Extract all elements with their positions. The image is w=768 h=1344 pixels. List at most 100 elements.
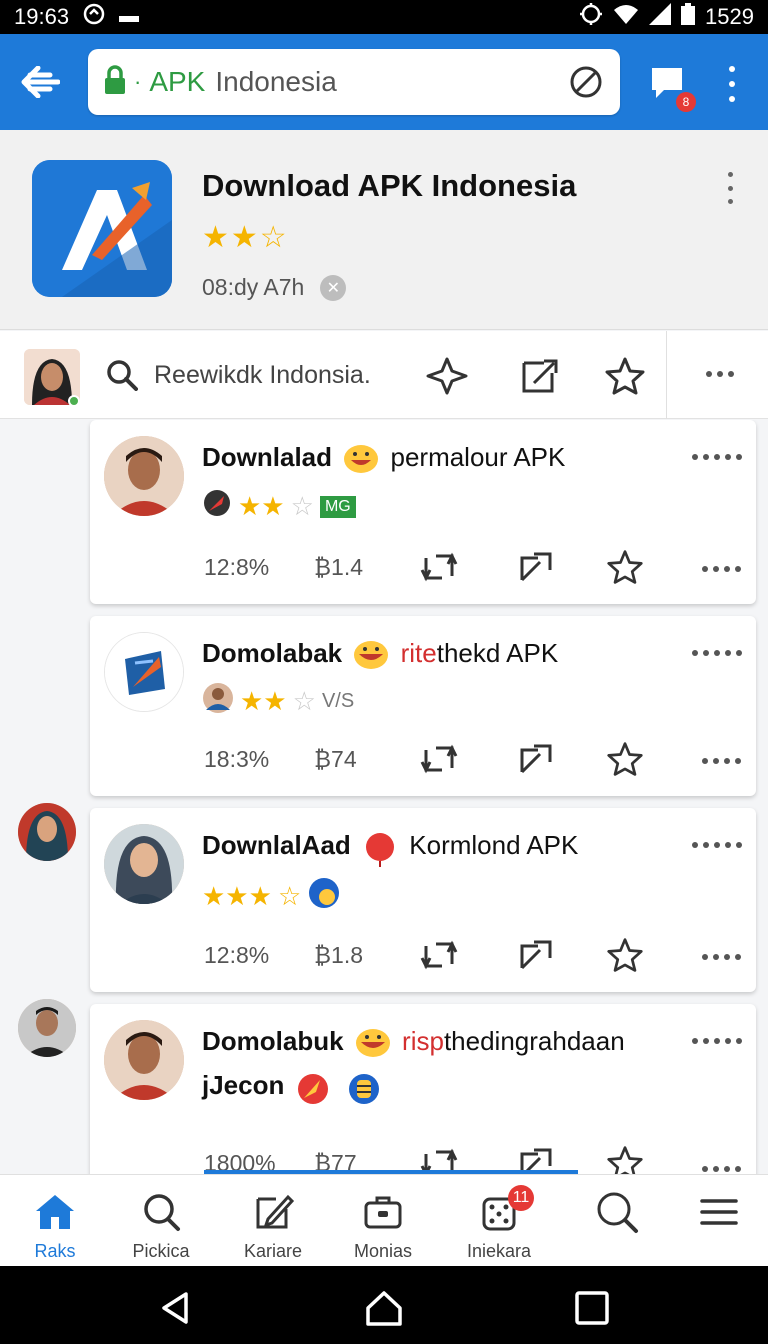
star-outline-icon[interactable] bbox=[604, 355, 646, 397]
reviewer-avatar[interactable] bbox=[104, 436, 184, 516]
review-card[interactable]: DownlalAad Kormlond APK ★★★ ☆ 12:8% ₿1.8 bbox=[90, 808, 756, 992]
app-logo[interactable] bbox=[32, 160, 172, 297]
url-separator: · bbox=[134, 69, 142, 94]
review-card[interactable]: Domolabuk rispthedingrahdaan jJecon 1800… bbox=[90, 1004, 756, 1174]
grin-emoji-icon bbox=[353, 640, 389, 670]
review-search-text[interactable]: Reewikdk Indonsia. bbox=[154, 361, 371, 390]
close-circle-icon[interactable]: ✕ bbox=[320, 274, 347, 301]
nav-item-briefcase[interactable]: Monias bbox=[328, 1175, 438, 1267]
system-recents-button[interactable] bbox=[572, 1288, 612, 1328]
review-title: Downlalad permalour APK bbox=[202, 442, 565, 474]
repost-icon[interactable] bbox=[420, 740, 458, 778]
card-more-button[interactable] bbox=[702, 954, 741, 960]
repost-icon[interactable] bbox=[420, 548, 458, 586]
review-percent: 18:3% bbox=[204, 746, 270, 772]
card-more-button[interactable] bbox=[702, 1166, 741, 1172]
favorite-star-icon[interactable] bbox=[606, 1144, 644, 1174]
url-bar[interactable]: · APK Indonesia bbox=[88, 49, 620, 115]
nav-item-edit[interactable]: Kariare bbox=[218, 1175, 328, 1267]
search-icon bbox=[144, 1194, 180, 1231]
review-rating: ★★★ ☆ bbox=[202, 876, 341, 917]
card-menu-button[interactable] bbox=[692, 1038, 742, 1044]
signal-icon bbox=[649, 3, 672, 31]
reviewer-avatar[interactable] bbox=[104, 632, 184, 712]
review-title-highlight: risp bbox=[402, 1026, 444, 1056]
star-outline-icon: ☆ bbox=[292, 686, 316, 716]
app-meta-text: 08:dy A7h bbox=[202, 274, 305, 300]
app-menu-button[interactable] bbox=[724, 172, 736, 204]
app-title: Download APK Indonesia bbox=[202, 168, 577, 203]
card-menu-button[interactable] bbox=[692, 454, 742, 460]
retweet-small-icon: ₿ bbox=[314, 554, 332, 580]
repost-icon[interactable] bbox=[420, 936, 458, 974]
side-avatar[interactable] bbox=[18, 803, 76, 861]
nav-item-search-large[interactable] bbox=[562, 1175, 672, 1267]
grin-emoji-icon bbox=[343, 444, 379, 474]
review-count[interactable]: ₿74 bbox=[314, 746, 357, 773]
star-outline-icon: ☆ bbox=[277, 881, 302, 911]
briefcase-icon bbox=[364, 1196, 402, 1229]
review-title-main: Domolabak bbox=[202, 638, 343, 668]
card-menu-button[interactable] bbox=[692, 650, 742, 656]
review-card[interactable]: Domolabak ritethekd APK ★★ ☆ V/S 18:3% ₿7… bbox=[90, 616, 756, 796]
sync-icon bbox=[83, 3, 105, 31]
search-icon[interactable] bbox=[106, 359, 138, 391]
review-title-rest: permalour APK bbox=[390, 442, 566, 472]
review-count[interactable]: ₿1.8 bbox=[314, 942, 363, 969]
system-back-button[interactable] bbox=[156, 1288, 196, 1328]
review-title-line2: jJecon bbox=[202, 1070, 387, 1105]
favorite-star-icon[interactable] bbox=[606, 740, 644, 778]
nav-item-search[interactable]: Pickica bbox=[106, 1175, 216, 1267]
home-icon bbox=[36, 1195, 74, 1229]
square-recents-icon bbox=[575, 1291, 609, 1325]
back-button[interactable] bbox=[16, 58, 64, 106]
nav-item-dice[interactable]: Iniekara 11 bbox=[444, 1175, 554, 1267]
app-meta: 08:dy A7h ✕ bbox=[202, 274, 347, 301]
review-tag: V/S bbox=[321, 690, 355, 712]
url-text: Indonesia bbox=[215, 66, 337, 97]
share-icon[interactable] bbox=[518, 740, 556, 778]
card-more-button[interactable] bbox=[702, 566, 741, 572]
review-stars: ★★ bbox=[240, 686, 287, 716]
review-title: Domolabak ritethekd APK bbox=[202, 638, 558, 670]
review-title-main: Downlalad bbox=[202, 442, 333, 472]
favorite-star-icon[interactable] bbox=[606, 548, 644, 586]
triangle-back-icon bbox=[162, 1292, 188, 1324]
share-icon[interactable] bbox=[518, 548, 556, 586]
review-bar: Reewikdk Indonsia. bbox=[0, 331, 768, 419]
battery-icon bbox=[681, 3, 696, 31]
star-icon: ★★ bbox=[202, 221, 260, 254]
review-percent: 12:8% bbox=[204, 942, 270, 968]
url-accent: APK bbox=[149, 66, 206, 97]
system-home-button[interactable] bbox=[364, 1288, 404, 1328]
retweet-small-icon: ₿ bbox=[314, 942, 332, 968]
star-outline-icon: ☆ bbox=[259, 221, 289, 254]
review-title-highlight: rite bbox=[400, 638, 437, 668]
nav-badge: 11 bbox=[508, 1185, 534, 1211]
more-options-button[interactable] bbox=[706, 371, 734, 377]
review-rating: ★★ ☆ V/S bbox=[202, 682, 354, 721]
grin-emoji-icon bbox=[355, 1028, 391, 1058]
rocket-badge-icon bbox=[202, 488, 232, 525]
card-more-button[interactable] bbox=[702, 758, 741, 764]
nav-item-home[interactable]: Raks bbox=[0, 1175, 110, 1267]
overflow-menu-button[interactable] bbox=[720, 66, 744, 102]
share-edit-icon[interactable] bbox=[518, 355, 560, 397]
reviewer-avatar[interactable] bbox=[104, 824, 184, 904]
balloon-icon bbox=[362, 832, 398, 868]
sparkle-icon[interactable] bbox=[426, 355, 468, 397]
review-count[interactable]: ₿1.4 bbox=[314, 554, 363, 581]
favorite-star-icon[interactable] bbox=[606, 936, 644, 974]
card-menu-button[interactable] bbox=[692, 842, 742, 848]
app-header: Download APK Indonesia ★★☆ 08:dy A7h ✕ bbox=[0, 130, 768, 330]
side-avatar[interactable] bbox=[18, 999, 76, 1057]
reviewer-avatar[interactable] bbox=[104, 1020, 184, 1100]
back-arrow-icon bbox=[21, 66, 60, 98]
review-card[interactable]: Downlalad permalour APK ★★ ☆ MG 12:8% ₿1.… bbox=[90, 420, 756, 604]
review-title-rest: thedingrahdaan bbox=[443, 1026, 625, 1056]
divider bbox=[666, 331, 667, 419]
block-icon[interactable] bbox=[568, 64, 604, 100]
share-icon[interactable] bbox=[518, 936, 556, 974]
search-large-icon bbox=[597, 1192, 638, 1233]
nav-item-menu[interactable] bbox=[664, 1175, 768, 1267]
